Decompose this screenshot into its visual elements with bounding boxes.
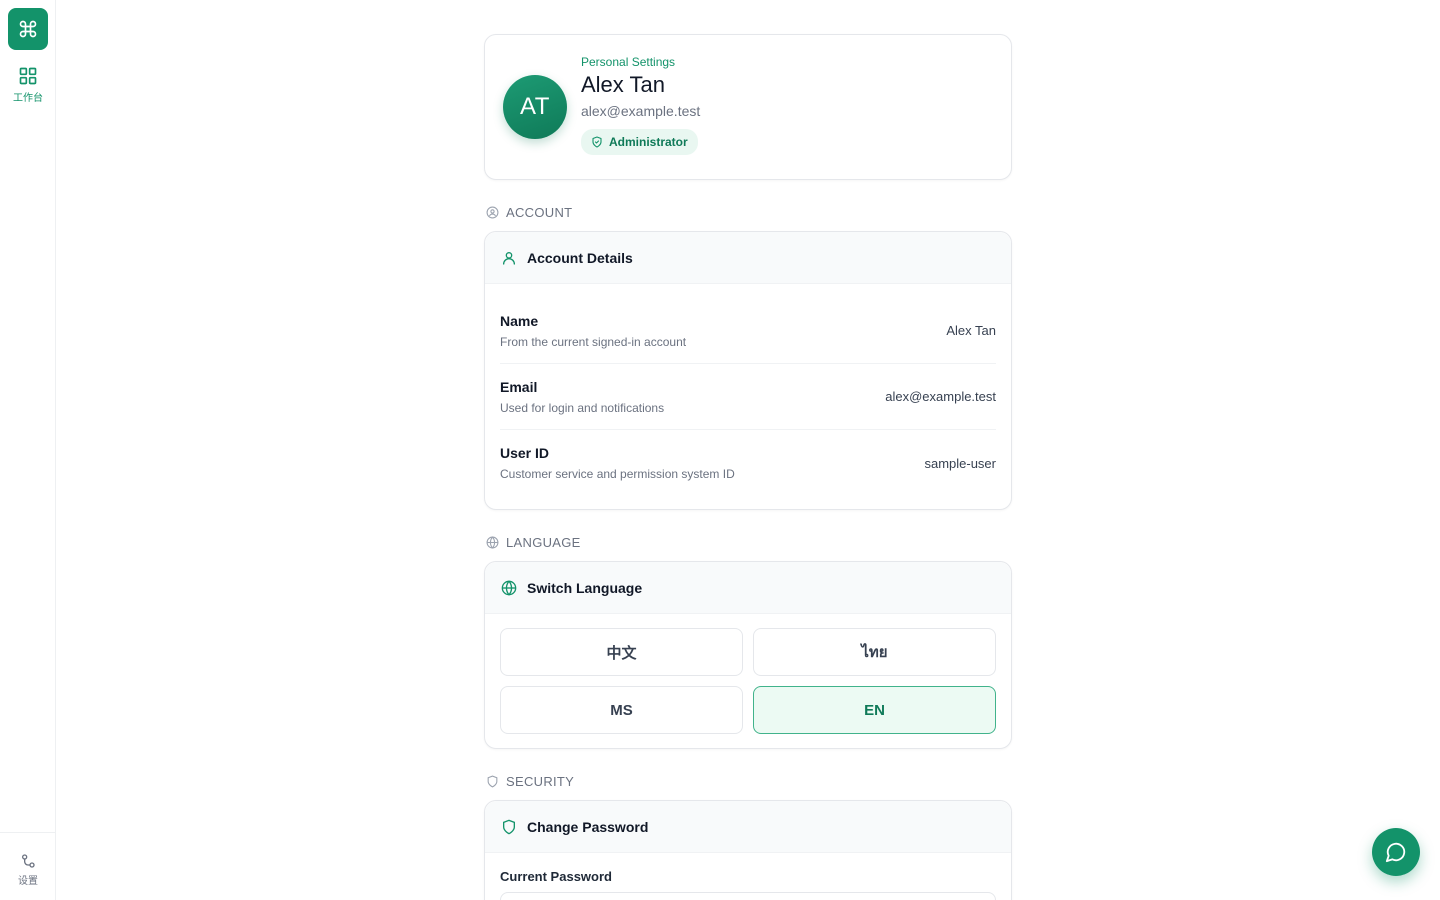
section-security-label: SECURITY (506, 773, 575, 789)
sidebar-item-label: 工作台 (13, 93, 43, 104)
page-eyebrow: Personal Settings (581, 55, 676, 69)
row-value: Alex Tan (946, 323, 996, 338)
sidebar: 工作台 设置 (0, 0, 56, 900)
row-description: Used for login and notifications (500, 400, 665, 415)
language-card: Switch Language 中文 ไทย MS EN (484, 561, 1012, 749)
globe-icon (501, 579, 517, 596)
chat-button[interactable] (1372, 828, 1420, 876)
account-card-header: Account Details (485, 232, 1011, 284)
profile-card: AT Personal Settings Alex Tan alex@examp… (484, 34, 1012, 180)
grid-icon (19, 67, 37, 85)
language-option-zh[interactable]: 中文 (500, 628, 743, 676)
row-value: sample-user (924, 455, 996, 471)
row-title: Email (500, 378, 538, 395)
chat-bubble-icon (1385, 842, 1406, 863)
row-title: Name (500, 312, 539, 329)
password-card: Change Password Current Password (484, 800, 1012, 900)
language-option-th[interactable]: ไทย (753, 628, 996, 676)
row-value: alex@example.test (885, 389, 996, 404)
section-account-label: ACCOUNT (506, 204, 573, 220)
command-icon (19, 20, 37, 38)
language-options: 中文 ไทย MS EN (485, 614, 1011, 748)
language-card-title: Switch Language (527, 579, 643, 596)
account-row-email: Email Used for login and notifications a… (500, 364, 996, 430)
sidebar-item-workbench[interactable]: 工作台 (0, 66, 56, 104)
shield-icon (503, 819, 515, 834)
account-row-user-id: User ID Customer service and permission … (500, 430, 996, 496)
row-description: Customer service and permission system I… (500, 467, 735, 481)
shield-icon (487, 775, 498, 788)
avatar: AT (503, 75, 567, 139)
account-row-name: Name From the current signed-in account … (500, 298, 996, 364)
section-language-label: LANGUAGE (506, 534, 581, 550)
account-card-title: Account Details (527, 249, 633, 266)
row-title: User ID (500, 445, 550, 461)
user-icon (503, 251, 515, 265)
language-card-header: Switch Language (485, 562, 1011, 614)
sidebar-item-settings[interactable]: 设置 (0, 832, 56, 900)
row-description: From the current signed-in account (500, 334, 687, 349)
settings-route-icon (21, 854, 35, 868)
section-language: LANGUAGE (486, 532, 1012, 552)
settings-main: AT Personal Settings Alex Tan alex@examp… (484, 34, 1012, 900)
role-badge: Administrator (581, 129, 698, 155)
account-card: Account Details Name From the current si… (484, 231, 1012, 510)
profile-email: alex@example.test (581, 103, 701, 119)
password-card-title: Change Password (527, 818, 649, 835)
profile-name: Alex Tan (581, 72, 665, 97)
globe-icon (486, 535, 499, 549)
section-account: ACCOUNT (486, 202, 1012, 222)
current-password-input[interactable] (500, 892, 996, 900)
user-circle-icon (486, 206, 499, 218)
shield-check-icon (592, 136, 602, 148)
password-card-header: Change Password (485, 801, 1011, 853)
language-option-ms[interactable]: MS (500, 686, 743, 734)
current-password-label: Current Password (500, 869, 612, 884)
sidebar-settings-label: 设置 (18, 876, 38, 887)
language-option-en[interactable]: EN (753, 686, 996, 734)
app-logo[interactable] (8, 8, 48, 50)
section-security: SECURITY (486, 771, 1012, 791)
role-label: Administrator (609, 135, 688, 149)
